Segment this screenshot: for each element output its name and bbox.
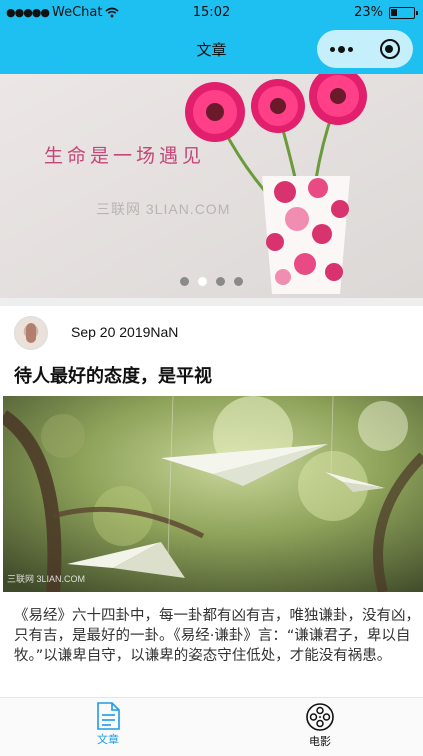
tab-label-movies: 电影 (309, 735, 331, 748)
post-title[interactable]: 待人最好的态度，是平视 (14, 362, 212, 388)
flower-left (185, 82, 245, 142)
battery-icon (389, 6, 418, 19)
film-reel-icon (306, 703, 334, 731)
post-meta: Sep 20 2019NaN (0, 306, 423, 356)
carousel-dot[interactable] (180, 277, 189, 286)
flower-middle (251, 79, 305, 133)
section-divider (0, 298, 423, 306)
carousel-dot[interactable] (216, 277, 225, 286)
tab-bar: 文章 电影 (0, 697, 423, 756)
banner-image: 生命是一场遇见 三联网 3LIAN.COM (0, 74, 423, 298)
avatar[interactable] (14, 316, 48, 350)
carousel-indicators (0, 277, 423, 286)
tab-movies[interactable]: 电影 (290, 702, 350, 749)
status-right: 23% (354, 5, 418, 20)
post-excerpt: 《易经》六十四卦中，每一卦都有凶有吉，唯独谦卦，没有凶，只有吉，是最好的一卦。《… (14, 608, 420, 664)
more-options-icon[interactable] (330, 45, 354, 53)
navigation-bar: 文章 (0, 26, 423, 74)
status-bar: ●●●●● WeChat 15:02 23% (0, 0, 423, 26)
carousel-dot[interactable] (198, 277, 207, 286)
tab-label-articles: 文章 (97, 733, 119, 746)
document-icon (97, 702, 120, 730)
tab-articles[interactable]: 文章 (78, 702, 138, 747)
battery-percent: 23% (354, 5, 383, 20)
paper-planes-image: 三联网 3LIAN.COM (3, 396, 423, 592)
banner-watermark: 三联网 3LIAN.COM (96, 201, 230, 217)
close-mini-program-icon[interactable] (379, 39, 400, 59)
post-image[interactable]: 三联网 3LIAN.COM (3, 396, 423, 592)
carousel-dot[interactable] (234, 277, 243, 286)
banner-carousel[interactable]: 生命是一场遇见 三联网 3LIAN.COM (0, 74, 423, 298)
post-date: Sep 20 2019NaN (71, 324, 179, 340)
mini-program-capsule (317, 30, 413, 68)
image-watermark: 三联网 3LIAN.COM (7, 574, 85, 584)
banner-caption: 生命是一场遇见 (44, 145, 205, 167)
